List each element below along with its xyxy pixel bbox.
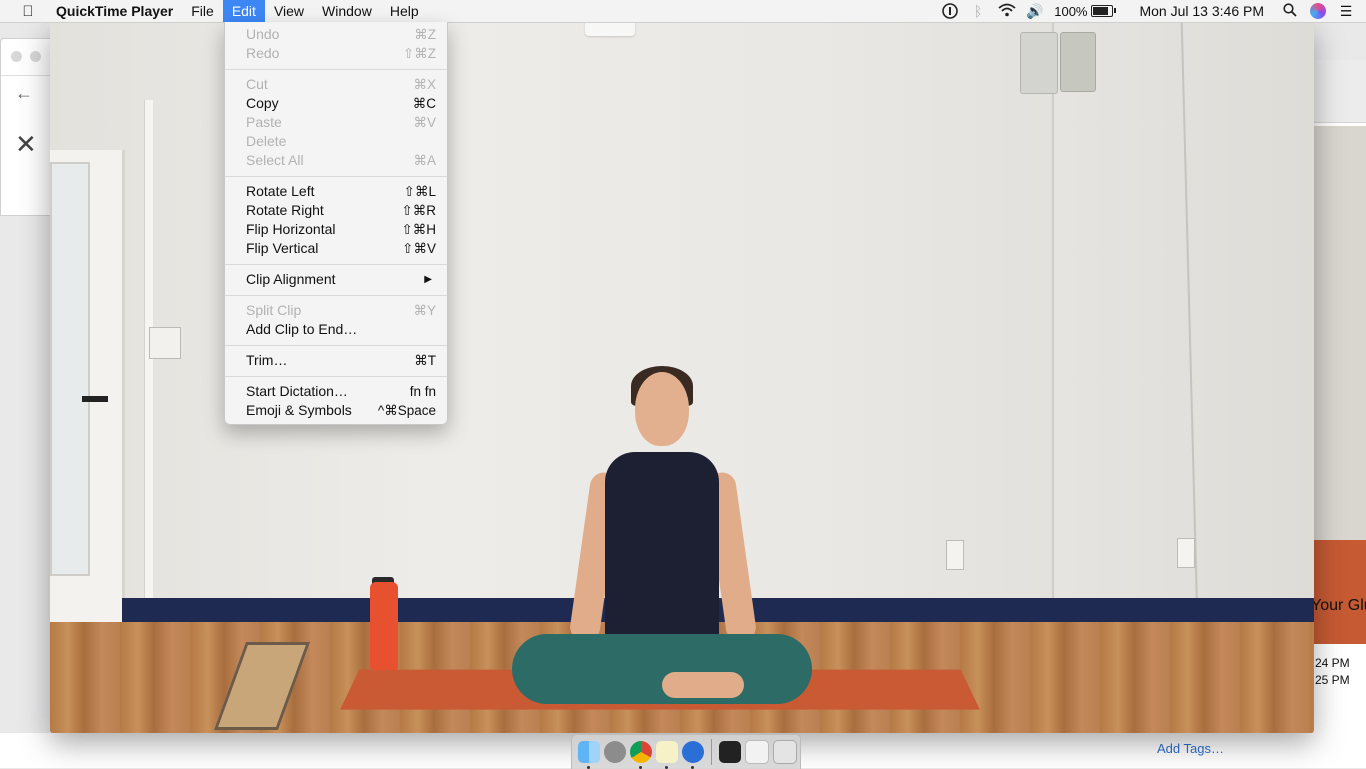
chrome-icon[interactable] [630,741,652,769]
quicktime-icon[interactable] [682,741,704,769]
menu-item-delete[interactable]: Delete [225,132,447,151]
menu-item-flip-vertical[interactable]: Flip Vertical ⇧⌘V [225,239,447,258]
window-traffic-lights[interactable] [11,49,49,67]
menu-view[interactable]: View [265,0,313,22]
water-bottle [370,582,398,670]
menu-item-cut[interactable]: Cut ⌘X [225,75,447,94]
notes-icon[interactable] [656,741,678,769]
wifi-icon[interactable] [998,3,1016,19]
menu-item-start-dictation[interactable]: Start Dictation… fn fn [225,382,447,401]
battery-percent[interactable]: 100% [1054,4,1087,19]
launchpad-icon[interactable] [604,741,626,763]
menu-item-emoji-symbols[interactable]: Emoji & Symbols ^⌘Space [225,401,447,420]
menu-file[interactable]: File [182,0,223,22]
onepassword-icon[interactable] [942,3,959,19]
menu-edit[interactable]: Edit [222,0,265,22]
edit-menu-dropdown: Undo ⌘Z Redo ⇧⌘Z Cut ⌘X Copy ⌘C Paste ⌘V Dele… [224,22,448,425]
close-icon[interactable]: ✕ [15,129,37,160]
background-window-right: Your Glu 24 PM 25 PM [1311,60,1366,768]
notification-center-icon[interactable]: ☰ [1338,3,1354,19]
menu-item-paste[interactable]: Paste ⌘V [225,113,447,132]
menu-bar:  QuickTime Player File Edit View Window… [0,0,1366,23]
siri-icon[interactable] [1310,3,1326,19]
background-video-title: Your Glu [1311,597,1366,614]
menu-item-trim[interactable]: Trim… ⌘T [225,351,447,370]
clock[interactable]: Mon Jul 13 3:46 PM [1139,3,1264,19]
menu-item-undo[interactable]: Undo ⌘Z [225,25,447,44]
menu-item-rotate-left[interactable]: Rotate Left ⇧⌘L [225,182,447,201]
menu-window[interactable]: Window [313,0,381,22]
menu-item-add-clip-to-end[interactable]: Add Clip to End… [225,320,447,339]
apple-menu-icon[interactable]:  [0,3,56,20]
add-tags-link[interactable]: Add Tags… [1157,741,1224,756]
submenu-arrow-icon: ▶ [424,274,432,285]
background-time-2: 25 PM [1315,673,1350,687]
menu-item-clip-alignment[interactable]: Clip Alignment ▶ [225,270,447,289]
menu-item-flip-horizontal[interactable]: Flip Horizontal ⇧⌘H [225,220,447,239]
app-menu[interactable]: QuickTime Player [56,0,182,22]
dock [571,734,801,769]
menu-item-rotate-right[interactable]: Rotate Right ⇧⌘R [225,201,447,220]
bluetooth-icon[interactable]: ᛒ [970,3,986,19]
back-arrow-icon[interactable]: ← [15,83,33,104]
terminal-icon[interactable] [719,741,741,763]
background-time-1: 24 PM [1315,656,1350,670]
menu-item-redo[interactable]: Redo ⇧⌘Z [225,44,447,63]
trash-icon[interactable] [773,740,797,764]
preview-icon[interactable] [745,740,769,764]
menu-item-split-clip[interactable]: Split Clip ⌘Y [225,301,447,320]
person-seated [605,452,719,652]
volume-icon[interactable]: 🔊 [1026,3,1043,19]
menu-item-copy[interactable]: Copy ⌘C [225,94,447,113]
spotlight-search-icon[interactable] [1282,3,1298,19]
menu-item-select-all[interactable]: Select All ⌘A [225,151,447,170]
finder-icon[interactable] [578,741,600,769]
battery-charging-icon[interactable] [1091,5,1117,17]
menu-help[interactable]: Help [381,0,428,22]
